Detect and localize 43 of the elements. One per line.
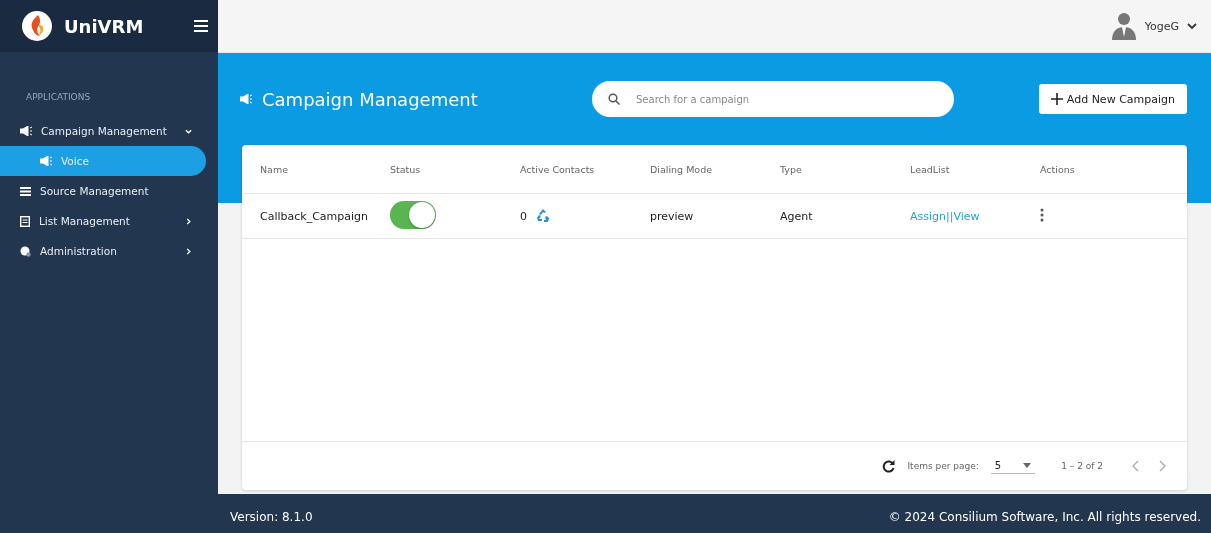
add-campaign-button[interactable]: Add New Campaign: [1038, 84, 1187, 114]
megaphone-icon: [240, 94, 252, 104]
page-size-select[interactable]: 5: [990, 458, 1036, 474]
table-cell-text: Agent: [780, 209, 814, 223]
page-title: Campaign Management: [262, 88, 479, 110]
plus-icon: [1050, 93, 1063, 105]
link-separator: ||: [946, 209, 954, 223]
column-header: Type: [780, 163, 803, 175]
menu-icon[interactable]: [194, 20, 208, 32]
megaphone-icon: [40, 156, 52, 166]
user-avatar-icon: [1110, 12, 1137, 40]
table-cell-text: preview: [650, 209, 695, 223]
refresh-icon[interactable]: [882, 459, 896, 473]
column-header: Status: [390, 163, 422, 175]
version-text: Version: 8.1.0: [230, 509, 313, 524]
sidebar-item[interactable]: List Management: [0, 206, 206, 236]
document-icon: [20, 215, 30, 227]
column-header: Active Contacts: [520, 163, 596, 175]
more-options-icon[interactable]: [1040, 207, 1044, 222]
page-range: 1 – 2 of 2: [1061, 461, 1103, 471]
items-per-page-label: Items per page:: [907, 461, 979, 471]
search-field[interactable]: Search for a campaign: [592, 81, 954, 117]
list-icon: [20, 186, 31, 196]
table-cell: 0: [520, 209, 527, 223]
column-header: Dialing Mode: [650, 163, 713, 175]
copyright-text: © 2024 Consilium Software, Inc. All rights reserved.: [888, 509, 1201, 524]
status-toggle[interactable]: [390, 200, 436, 229]
column-header: LeadList: [910, 163, 951, 175]
sidebar-item[interactable]: Campaign Management: [0, 116, 206, 146]
recycle-icon[interactable]: [535, 208, 551, 224]
table-cell-text: Callback_Campaign: [260, 209, 370, 223]
column-header: Name: [260, 163, 290, 175]
app-name: UniVRM: [64, 15, 145, 37]
user-name[interactable]: YogeG: [1144, 19, 1179, 33]
sidebar-section-label: APPLICATIONS: [25, 91, 92, 104]
sidebar-item[interactable]: Source Management: [0, 176, 206, 206]
caret-icon: [1023, 463, 1032, 468]
column-header: Actions: [1040, 163, 1076, 175]
megaphone-icon: [20, 126, 32, 136]
sidebar-item[interactable]: Administration: [0, 236, 206, 266]
flame-logo-icon: [22, 11, 52, 41]
chevron-down-icon[interactable]: [1187, 22, 1197, 30]
search-icon: [608, 93, 620, 105]
